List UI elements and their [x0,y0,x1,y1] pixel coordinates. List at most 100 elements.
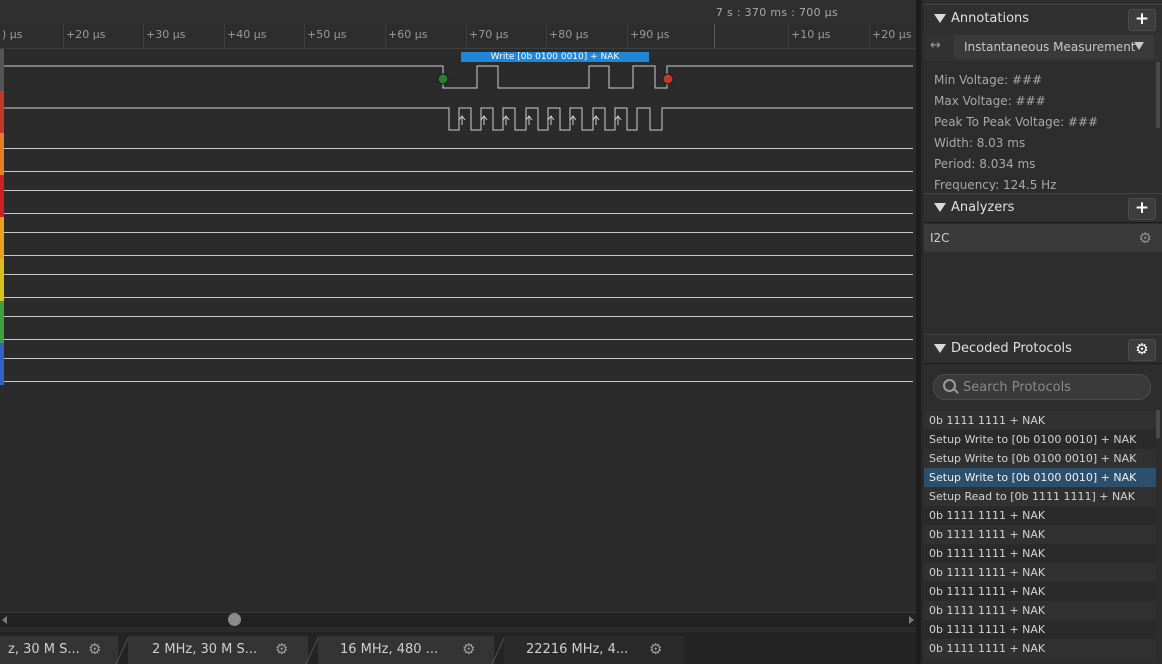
ruler-tick: +60 µs [388,28,428,41]
protocol-row[interactable]: Setup Read to [0b 1111 1111] + NAK [924,487,1156,506]
session-tab-label: z, 30 M S... [8,642,80,657]
session-tab[interactable]: 16 MHz, 480 ... ⚙ [318,636,494,664]
ruler-time-divider [714,24,715,48]
measurement-type-value: Instantaneous Measurement [964,40,1136,54]
annotations-scrollbar[interactable] [1156,62,1160,128]
ruler-tick: +90 µs [630,28,670,41]
chevron-down-icon [1134,42,1144,50]
protocol-row[interactable]: 0b 1111 1111 + NAK [924,601,1156,620]
side-panel: Annotations + ↔ Instantaneous Measuremen… [924,0,1162,664]
protocol-row[interactable]: 0b 1111 1111 + NAK [924,544,1156,563]
decoded-protocols-list[interactable]: 0b 1111 1111 + NAK 0b 1111 1111 + NAK 0b 1… [924,410,1162,664]
pane-splitter[interactable] [916,0,921,664]
clock-edge-arrow-icon [480,115,488,125]
clock-edge-arrow-icon [592,115,600,125]
analyzer-item[interactable]: I2C ⚙ [924,224,1162,252]
ruler-gridline [224,24,225,48]
annotations-title: Annotations [951,11,1030,26]
collapse-triangle-icon[interactable] [934,344,946,353]
session-tab-active[interactable]: 22216 MHz, 4... ⚙ [504,636,684,664]
protocol-row[interactable]: 0b 1111 1111 + NAK [924,506,1156,525]
gear-icon[interactable]: ⚙ [88,642,102,657]
decoded-list-scrollbar[interactable] [1156,410,1160,438]
ruler-tick: +30 µs [146,28,186,41]
annotations-header[interactable]: Annotations + [924,4,1162,34]
measurement-value: Peak To Peak Voltage: ### [934,115,1099,129]
scroll-right-arrow-icon[interactable] [909,616,914,624]
ruler-gridline [143,24,144,48]
session-tab-label: 22216 MHz, 4... [526,642,629,657]
measurement-value: Width: 8.03 ms [934,136,1026,150]
measurement-type-select[interactable]: Instantaneous Measurement [954,35,1154,59]
start-marker [437,73,449,85]
protocol-row[interactable]: 0b 1111 1111 + NAK [924,525,1156,544]
search-protocols-box[interactable] [933,374,1151,400]
analyzers-header[interactable]: Analyzers + [924,193,1162,223]
clock-edge-arrow-icon [569,115,577,125]
scl-trace [4,107,913,131]
ruler-gridline [869,24,870,48]
collapse-triangle-icon[interactable] [934,14,946,23]
ruler-tick: +20 µs [872,28,912,41]
protocol-row[interactable]: Setup Write to [0b 0100 0010] + NAK [924,449,1156,468]
ruler-tick: +40 µs [227,28,267,41]
protocol-row[interactable]: 0b 1111 1111 + NAK [924,582,1156,601]
sda-trace [4,65,913,89]
ruler-gridline [627,24,628,48]
waveform-traces [4,65,913,131]
search-icon-handle [953,388,959,394]
search-input[interactable] [961,377,1145,397]
session-tab[interactable]: z, 30 M S... ⚙ [0,636,118,664]
time-readout: 7 s : 370 ms : 700 µs [715,6,838,19]
protocol-bubble[interactable]: Write [0b 0100 0010] + NAK [461,52,649,62]
analyzers-title: Analyzers [951,200,1015,215]
ruler-gridline [788,24,789,48]
gear-icon[interactable]: ⚙ [1139,229,1152,247]
gear-icon[interactable]: ⚙ [649,642,663,657]
add-analyzer-button[interactable]: + [1128,198,1156,220]
gear-icon[interactable]: ⚙ [275,642,289,657]
protocol-row[interactable]: Setup Write to [0b 0100 0010] + NAK [924,468,1156,487]
decoded-protocols-title: Decoded Protocols [951,341,1072,356]
gear-icon[interactable]: ⚙ [462,642,476,657]
ruler-tick: +50 µs [307,28,347,41]
scroll-thumb[interactable] [228,613,241,626]
protocol-row[interactable]: Setup Write to [0b 0100 0010] + NAK [924,430,1156,449]
ruler-gridline [63,24,64,48]
ruler-gridline [385,24,386,48]
session-tab[interactable]: 2 MHz, 30 M S... ⚙ [128,636,308,664]
measurement-row: ↔ Instantaneous Measurement [924,33,1162,61]
clock-edge-arrow-icon [547,115,555,125]
clock-edge-arrow-icon [525,115,533,125]
session-tab-label: 2 MHz, 30 M S... [152,642,258,657]
session-tabs: z, 30 M S... ⚙ 2 MHz, 30 M S... ⚙ 16 MHz… [0,632,921,664]
protocol-row[interactable]: 0b 1111 1111 + NAK [924,620,1156,639]
protocol-row[interactable]: 0b 1111 1111 + NAK [924,411,1156,430]
clock-edge-arrow-icon [614,115,622,125]
stop-marker [662,73,674,85]
measurement-value: Period: 8.034 ms [934,157,1036,171]
ruler-tick: +70 µs [469,28,509,41]
session-tab-label: 16 MHz, 480 ... [340,642,439,657]
scroll-left-arrow-icon[interactable] [2,616,7,624]
time-ruler[interactable]: ) µs +20 µs +30 µs +40 µs +50 µs +60 µs … [0,24,916,49]
gear-icon[interactable]: ⚙ [1128,339,1156,361]
protocol-row[interactable]: 0b 1111 1111 + NAK [924,563,1156,582]
measurement-value: Frequency: 124.5 Hz [934,178,1057,191]
clock-edge-arrow-icon [502,115,510,125]
horizontal-scrollbar[interactable] [0,612,916,627]
time-header: 7 s : 370 ms : 700 µs [0,0,916,25]
add-annotation-button[interactable]: + [1128,9,1156,31]
measurement-value: Max Voltage: ### [934,94,1046,108]
horizontal-arrows-icon: ↔ [930,38,941,53]
protocol-row[interactable]: 0b 1111 1111 + NAK [924,639,1156,658]
ruler-tick: ) µs [2,28,23,41]
ruler-tick: +80 µs [549,28,589,41]
ruler-gridline [304,24,305,48]
waveform-pane: 7 s : 370 ms : 700 µs ) µs +20 µs +30 µs… [0,0,921,664]
analyzer-name: I2C [930,231,950,245]
collapse-triangle-icon[interactable] [934,203,946,212]
measurement-value: Min Voltage: ### [934,73,1043,87]
decoded-protocols-header[interactable]: Decoded Protocols ⚙ [924,334,1162,364]
ruler-gridline [546,24,547,48]
